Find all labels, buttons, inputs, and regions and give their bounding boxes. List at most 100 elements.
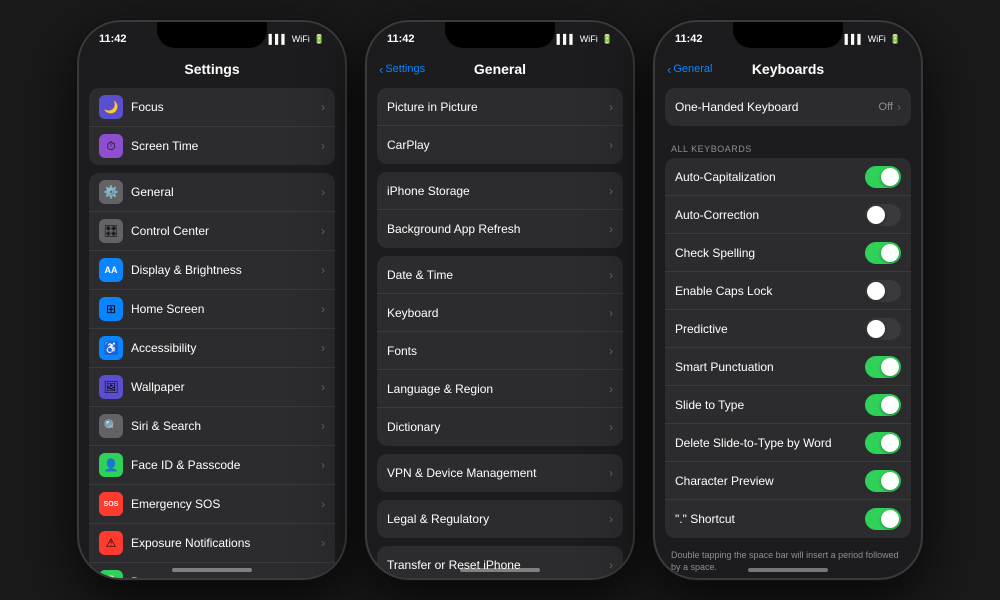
exposure-label: Exposure Notifications <box>131 536 321 550</box>
toggle-slide-type[interactable] <box>865 394 901 416</box>
screen-3: ‹ General Keyboards One-Handed Keyboard … <box>655 52 921 578</box>
toggle-smart-punct[interactable] <box>865 356 901 378</box>
item-exposure[interactable]: ⚠ Exposure Notifications › <box>89 524 335 563</box>
item-keyboard[interactable]: Keyboard › <box>377 294 623 332</box>
item-smart-punct[interactable]: Smart Punctuation <box>665 348 911 386</box>
display-chevron: › <box>321 263 325 277</box>
item-sos[interactable]: SOS Emergency SOS › <box>89 485 335 524</box>
wallpaper-label: Wallpaper <box>131 380 321 394</box>
back-chevron-3: ‹ <box>667 62 671 77</box>
item-predictive[interactable]: Predictive <box>665 310 911 348</box>
accessibility-label: Accessibility <box>131 341 321 355</box>
toggle-shortcut[interactable] <box>865 508 901 530</box>
screen-2: ‹ Settings General Picture in Picture › … <box>367 52 633 578</box>
item-auto-cap[interactable]: Auto-Capitalization <box>665 158 911 196</box>
item-display[interactable]: AA Display & Brightness › <box>89 251 335 290</box>
item-iphone-storage[interactable]: iPhone Storage › <box>377 172 623 210</box>
item-transfer[interactable]: Transfer or Reset iPhone › <box>377 546 623 578</box>
item-accessibility[interactable]: ♿ Accessibility › <box>89 329 335 368</box>
notch-2 <box>445 22 555 48</box>
item-carplay[interactable]: CarPlay › <box>377 126 623 164</box>
phone-1: 11:42 ▌▌▌ WiFi 🔋 Settings 🌙 Focus › ⏱ Sc… <box>77 20 347 580</box>
settings-list-2[interactable]: Picture in Picture › CarPlay › iPhone St… <box>367 88 633 578</box>
accessibility-icon: ♿ <box>99 336 123 360</box>
item-pip[interactable]: Picture in Picture › <box>377 88 623 126</box>
notch-1 <box>157 22 267 48</box>
item-general[interactable]: ⚙️ General › <box>89 173 335 212</box>
nav-title-2: General <box>474 61 526 77</box>
item-one-handed[interactable]: One-Handed Keyboard Off › <box>665 88 911 126</box>
status-time-3: 11:42 <box>675 33 703 45</box>
group-vpn: VPN & Device Management › <box>377 454 623 492</box>
item-fonts[interactable]: Fonts › <box>377 332 623 370</box>
item-vpn[interactable]: VPN & Device Management › <box>377 454 623 492</box>
toggle-caps-lock[interactable] <box>865 280 901 302</box>
group-one-handed: One-Handed Keyboard Off › <box>665 88 911 126</box>
screen-time-chevron: › <box>321 139 325 153</box>
battery-icon: 🔋 <box>99 570 123 578</box>
item-slide-type[interactable]: Slide to Type <box>665 386 911 424</box>
status-icons-2: ▌▌▌ WiFi 🔋 <box>557 34 613 45</box>
status-time-2: 11:42 <box>387 33 415 45</box>
item-delete-slide[interactable]: Delete Slide-to-Type by Word <box>665 424 911 462</box>
siri-icon: 🔍 <box>99 414 123 438</box>
notch-3 <box>733 22 843 48</box>
item-check-spelling[interactable]: Check Spelling <box>665 234 911 272</box>
item-bg-refresh[interactable]: Background App Refresh › <box>377 210 623 248</box>
item-faceid[interactable]: 👤 Face ID & Passcode › <box>89 446 335 485</box>
ac-chevron: › <box>321 341 325 355</box>
toggle-delete-slide[interactable] <box>865 432 901 454</box>
sos-chevron: › <box>321 497 325 511</box>
group-storage: iPhone Storage › Background App Refresh … <box>377 172 623 248</box>
exp-chevron: › <box>321 536 325 550</box>
item-control-center[interactable]: 🎛 Control Center › <box>89 212 335 251</box>
toggle-auto-cap[interactable] <box>865 166 901 188</box>
item-language[interactable]: Language & Region › <box>377 370 623 408</box>
status-icons-1: ▌▌▌ WiFi 🔋 <box>269 34 325 45</box>
group-legal: Legal & Regulatory › <box>377 500 623 538</box>
faceid-label: Face ID & Passcode <box>131 458 321 472</box>
exposure-icon: ⚠ <box>99 531 123 555</box>
toggle-auto-correct[interactable] <box>865 204 901 226</box>
group-all-keyboards: Auto-Capitalization Auto-Correction Chec… <box>665 158 911 538</box>
toggle-char-preview[interactable] <box>865 470 901 492</box>
item-dictionary[interactable]: Dictionary › <box>377 408 623 446</box>
item-date-time[interactable]: Date & Time › <box>377 256 623 294</box>
item-siri[interactable]: 🔍 Siri & Search › <box>89 407 335 446</box>
one-handed-label: One-Handed Keyboard <box>675 100 879 114</box>
toggle-check-spelling[interactable] <box>865 242 901 264</box>
nav-back-3[interactable]: ‹ General <box>667 62 712 77</box>
item-wallpaper[interactable]: 🖼 Wallpaper › <box>89 368 335 407</box>
item-shortcut[interactable]: "." Shortcut <box>665 500 911 538</box>
item-char-preview[interactable]: Character Preview <box>665 462 911 500</box>
settings-list-1[interactable]: 🌙 Focus › ⏱ Screen Time › ⚙️ General › <box>79 88 345 578</box>
toggle-predictive[interactable] <box>865 318 901 340</box>
nav-bar-3: ‹ General Keyboards <box>655 52 921 88</box>
cc-chevron: › <box>321 224 325 238</box>
general-label: General <box>131 185 321 199</box>
back-label-3: General <box>673 63 712 75</box>
display-label: Display & Brightness <box>131 263 321 277</box>
item-caps-lock[interactable]: Enable Caps Lock <box>665 272 911 310</box>
nav-back-2[interactable]: ‹ Settings <box>379 62 425 77</box>
group-transfer: Transfer or Reset iPhone › <box>377 546 623 578</box>
wallpaper-icon: 🖼 <box>99 375 123 399</box>
home-indicator-3 <box>748 568 828 572</box>
home-screen-icon: ⊞ <box>99 297 123 321</box>
settings-list-3[interactable]: One-Handed Keyboard Off › ALL KEYBOARDS … <box>655 88 921 578</box>
item-focus[interactable]: 🌙 Focus › <box>89 88 335 127</box>
phone-2: 11:42 ▌▌▌ WiFi 🔋 ‹ Settings General Pict… <box>365 20 635 580</box>
nav-title-1: Settings <box>184 61 239 77</box>
status-time-1: 11:42 <box>99 33 127 45</box>
status-icons-3: ▌▌▌ WiFi 🔋 <box>845 34 901 45</box>
display-icon: AA <box>99 258 123 282</box>
shortcut-note: Double tapping the space bar will insert… <box>665 546 911 578</box>
home-indicator-1 <box>172 568 252 572</box>
item-screen-time[interactable]: ⏱ Screen Time › <box>89 127 335 165</box>
phone-3: 11:42 ▌▌▌ WiFi 🔋 ‹ General Keyboards One… <box>653 20 923 580</box>
item-home-screen[interactable]: ⊞ Home Screen › <box>89 290 335 329</box>
sos-icon: SOS <box>99 492 123 516</box>
item-auto-correct[interactable]: Auto-Correction <box>665 196 911 234</box>
item-legal[interactable]: Legal & Regulatory › <box>377 500 623 538</box>
focus-label: Focus <box>131 100 321 114</box>
